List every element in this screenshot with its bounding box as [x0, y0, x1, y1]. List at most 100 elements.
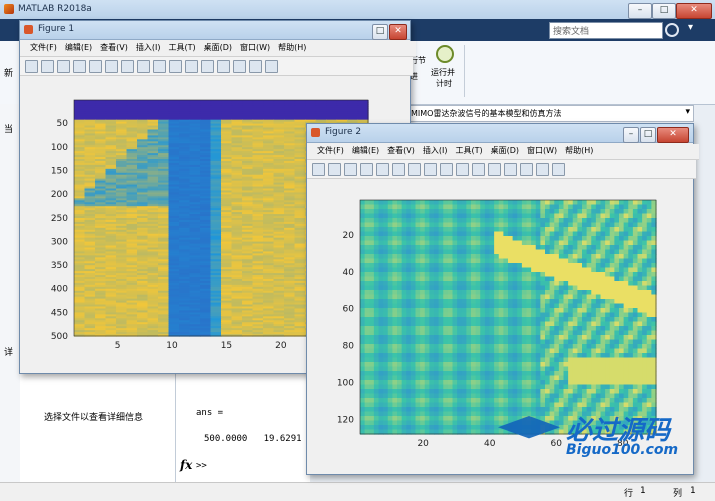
figure2-heatmap-cell: [558, 218, 565, 224]
figure2-heatmap-cell: [554, 267, 560, 273]
figure2-heatmap-cell: [619, 222, 625, 228]
figure2-heatmap-cell: [373, 258, 380, 264]
figure2-heatmap-cell: [401, 263, 407, 269]
figure2-heatmap-cell: [595, 204, 602, 210]
figure2-heatmap-cell: [364, 218, 370, 224]
figure2-heatmap-cell: [642, 227, 648, 233]
figure2-heatmap-cell: [628, 209, 634, 215]
figure2-heatmap-cell: [577, 263, 583, 269]
figure2-heatmap-cell: [438, 258, 444, 264]
figure2-heatmap-cell: [535, 209, 541, 215]
figure2-heatmap-cell: [378, 240, 384, 246]
figure2-heatmap-cell: [577, 258, 583, 264]
figure2-heatmap-cell: [563, 281, 569, 287]
figure2-heatmap-cell: [420, 258, 426, 264]
figure2-heatmap-cell: [378, 267, 384, 273]
figure2-heatmap-cell: [563, 231, 569, 237]
figure2-heatmap-cell: [628, 258, 634, 264]
figure2-heatmap-cell: [383, 281, 389, 287]
figure2-heatmap-cell: [577, 249, 583, 255]
figure2-heatmap-cell: [577, 267, 583, 273]
figure2-heatmap-cell: [503, 290, 509, 296]
figure2-heatmap-cell: [563, 240, 569, 246]
figure2-heatmap-cell: [498, 285, 504, 291]
figure2-heatmap-cell: [595, 200, 602, 206]
figure2-heatmap-cell: [512, 204, 518, 210]
figure2-heatmap-cell: [434, 281, 440, 287]
figure2-heatmap-cell: [498, 231, 504, 237]
figure2-heatmap-cell: [508, 213, 514, 219]
figure2-heatmap-cell: [387, 276, 393, 282]
figure2-heatmap-cell: [457, 218, 463, 224]
figure2-heatmap-cell: [378, 303, 384, 309]
figure2-heatmap-cell: [632, 258, 639, 264]
figure2-heatmap-cell: [521, 290, 528, 296]
figure2-heatmap-cell: [642, 200, 648, 206]
figure2-heatmap-cell: [383, 218, 389, 224]
figure2-heatmap-cell: [517, 303, 523, 309]
figure2-heatmap-cell: [540, 213, 546, 219]
figure2-heatmap-cell: [572, 240, 578, 246]
figure2-heatmap-cell: [447, 222, 454, 228]
figure2-heatmap-cell: [512, 290, 518, 296]
figure2-heatmap-cell: [563, 236, 569, 242]
figure2-heatmap-cell: [373, 222, 380, 228]
figure2-heatmap-cell: [415, 222, 421, 228]
figure2-heatmap-cell: [373, 276, 380, 282]
figure2-heatmap-cell: [586, 222, 592, 228]
figure2-heatmap-cell: [429, 303, 435, 309]
figure2-heatmap-cell: [508, 272, 514, 278]
figure2-heatmap-cell: [595, 245, 602, 251]
figure2-heatmap-cell: [637, 218, 643, 224]
figure2-heatmap-cell: [568, 267, 574, 273]
figure2-heatmap-cell: [577, 281, 583, 287]
figure2-heatmap-cell: [586, 213, 592, 219]
figure2-heatmap-cell: [447, 236, 454, 242]
figure2-heatmap-cell: [582, 231, 588, 237]
figure2-heatmap-cell: [600, 240, 606, 246]
figure2-heatmap-cell: [609, 204, 615, 210]
figure2-heatmap-cell: [438, 290, 444, 296]
figure2-heatmap-cell: [558, 281, 565, 287]
figure2-heatmap-cell: [605, 254, 611, 260]
figure2-heatmap-cell: [582, 218, 588, 224]
figure2-heatmap-cell: [498, 272, 504, 278]
figure2-heatmap-cell: [545, 236, 551, 242]
figure2-heatmap-cell: [554, 200, 560, 206]
figure2-heatmap-cell: [642, 299, 648, 305]
figure2-heatmap-cell: [424, 285, 430, 291]
figure2-heatmap-cell: [600, 299, 606, 305]
figure2-heatmap-cell: [429, 209, 435, 215]
figure2-heatmap-cell: [424, 236, 430, 242]
figure2-heatmap-cell: [429, 258, 435, 264]
figure2-heatmap-cell: [434, 236, 440, 242]
figure2-heatmap-cell: [517, 272, 523, 278]
figure2-heatmap-cell: [434, 213, 440, 219]
figure2-heatmap-cell: [484, 299, 491, 305]
figure2-heatmap-cell: [383, 303, 389, 309]
figure2-heatmap-cell: [480, 227, 486, 233]
figure2-heatmap-cell: [420, 285, 426, 291]
figure2-heatmap-cell: [614, 258, 620, 264]
figure2-heatmap-cell: [401, 267, 407, 273]
figure2-heatmap-cell: [632, 254, 639, 260]
figure2-heatmap[interactable]: [359, 199, 657, 435]
figure2-heatmap-cell: [614, 227, 620, 233]
figure2-heatmap-cell: [378, 281, 384, 287]
figure2-heatmap-cell: [582, 294, 588, 300]
figure2-heatmap-cell: [568, 245, 574, 251]
figure2-heatmap-cell: [392, 263, 398, 269]
figure2-heatmap-cell: [558, 290, 565, 296]
figure2-heatmap-cell: [360, 281, 366, 287]
figure2-heatmap-cell: [586, 249, 592, 255]
figure2-heatmap-cell: [387, 227, 393, 233]
figure2-heatmap-cell: [545, 303, 551, 309]
figure2-heatmap-cell: [471, 258, 477, 264]
figure2-heatmap-cell: [461, 272, 467, 278]
figure2-heatmap-cell: [526, 218, 532, 224]
figure2-heatmap-cell: [540, 290, 546, 296]
figure2-heatmap-cell: [452, 299, 458, 305]
figure2-heatmap-cell: [387, 222, 393, 228]
figure2-heatmap-cell: [401, 285, 407, 291]
figure2-heatmap-cell: [554, 263, 560, 269]
